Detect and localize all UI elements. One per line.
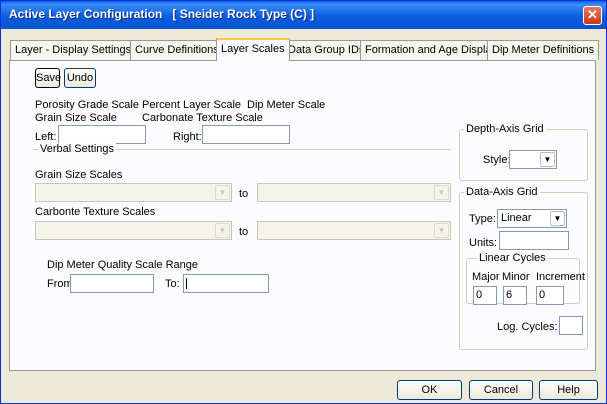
carbonate-to-combo[interactable]: ▼: [257, 221, 451, 240]
verbal-settings-title: Verbal Settings: [38, 143, 116, 155]
save-button[interactable]: Save: [35, 68, 61, 88]
dip-to-input[interactable]: [183, 274, 269, 293]
dip-meter-scale-label: Dip Meter Scale: [247, 99, 326, 111]
dialog-window: Active Layer Configuration [ Sneider Roc…: [0, 0, 607, 404]
grain-size-from-combo[interactable]: ▼: [35, 183, 232, 202]
depth-axis-title: Depth-Axis Grid: [464, 123, 546, 135]
close-icon: ✕: [587, 7, 598, 22]
style-combo[interactable]: ▼: [509, 150, 557, 169]
carbonate-texture-scales-label: Carbonte Texture Scales: [35, 206, 156, 218]
chevron-down-icon: ▼: [550, 211, 565, 226]
undo-button[interactable]: Undo: [64, 68, 96, 88]
tab-layer-display-settings[interactable]: Layer - Display Settings: [10, 40, 137, 60]
help-button[interactable]: Help: [539, 380, 598, 400]
dip-quality-title: Dip Meter Quality Scale Range: [47, 259, 199, 271]
dip-from-input[interactable]: [70, 274, 154, 293]
style-label: Style:: [483, 154, 511, 166]
tab-layer-scales[interactable]: Layer Scales: [216, 38, 290, 61]
ok-button[interactable]: OK: [397, 380, 462, 400]
title-bar[interactable]: Active Layer Configuration [ Sneider Roc…: [1, 1, 606, 29]
chevron-down-icon: ▼: [540, 152, 555, 167]
percent-scale-label: Percent Layer Scale: [142, 99, 242, 111]
tab-curve-definitions[interactable]: Curve Definitions: [130, 40, 224, 60]
log-cycles-label: Log. Cycles:: [497, 321, 558, 333]
right-label: Right:: [173, 131, 202, 143]
carbonate-to-label: to: [239, 226, 249, 238]
left-input[interactable]: [58, 125, 146, 144]
increment-input[interactable]: 0: [536, 286, 564, 305]
grain-size-scale-label: Grain Size Scale: [35, 112, 117, 124]
layer-scales-panel: Save Undo Porosity Grade Scale Percent L…: [9, 60, 596, 371]
type-combo[interactable]: Linear ▼: [497, 209, 567, 228]
dialog-client: Layer - Display Settings Curve Definitio…: [4, 30, 603, 402]
units-input[interactable]: [499, 231, 569, 250]
chevron-down-icon: ▼: [434, 223, 449, 238]
tab-dip-meter-definitions[interactable]: Dip Meter Definitions: [487, 40, 600, 60]
major-input[interactable]: 0: [473, 286, 497, 305]
tab-data-group-ids[interactable]: Data Group IDs: [283, 40, 370, 60]
minor-input[interactable]: 6: [503, 286, 527, 305]
grain-size-scales-label: Grain Size Scales: [35, 169, 123, 181]
chevron-down-icon: ▼: [434, 185, 449, 200]
cancel-button[interactable]: Cancel: [469, 380, 533, 400]
left-label: Left:: [35, 131, 57, 143]
dip-to-label: To:: [165, 278, 180, 290]
chevron-down-icon: ▼: [215, 185, 230, 200]
data-axis-title: Data-Axis Grid: [464, 186, 540, 198]
porosity-scale-label: Porosity Grade Scale: [35, 99, 139, 111]
right-input[interactable]: [202, 125, 290, 144]
minor-label: Minor: [502, 271, 530, 283]
tab-formation-age-display[interactable]: Formation and Age Display: [360, 40, 503, 60]
log-cycles-input[interactable]: [559, 316, 583, 335]
chevron-down-icon: ▼: [215, 223, 230, 238]
carbonate-texture-scale-label: Carbonate Texture Scale: [142, 112, 263, 124]
linear-cycles-title: Linear Cycles: [477, 252, 548, 264]
grain-to-label: to: [239, 188, 249, 200]
major-label: Major: [472, 271, 500, 283]
grain-size-to-combo[interactable]: ▼: [257, 183, 451, 202]
window-title: Active Layer Configuration [ Sneider Roc…: [9, 7, 315, 21]
units-label: Units:: [469, 237, 498, 249]
close-button[interactable]: ✕: [583, 6, 602, 25]
type-label: Type:: [469, 213, 496, 225]
increment-label: Increment: [536, 271, 585, 283]
carbonate-from-combo[interactable]: ▼: [35, 221, 232, 240]
